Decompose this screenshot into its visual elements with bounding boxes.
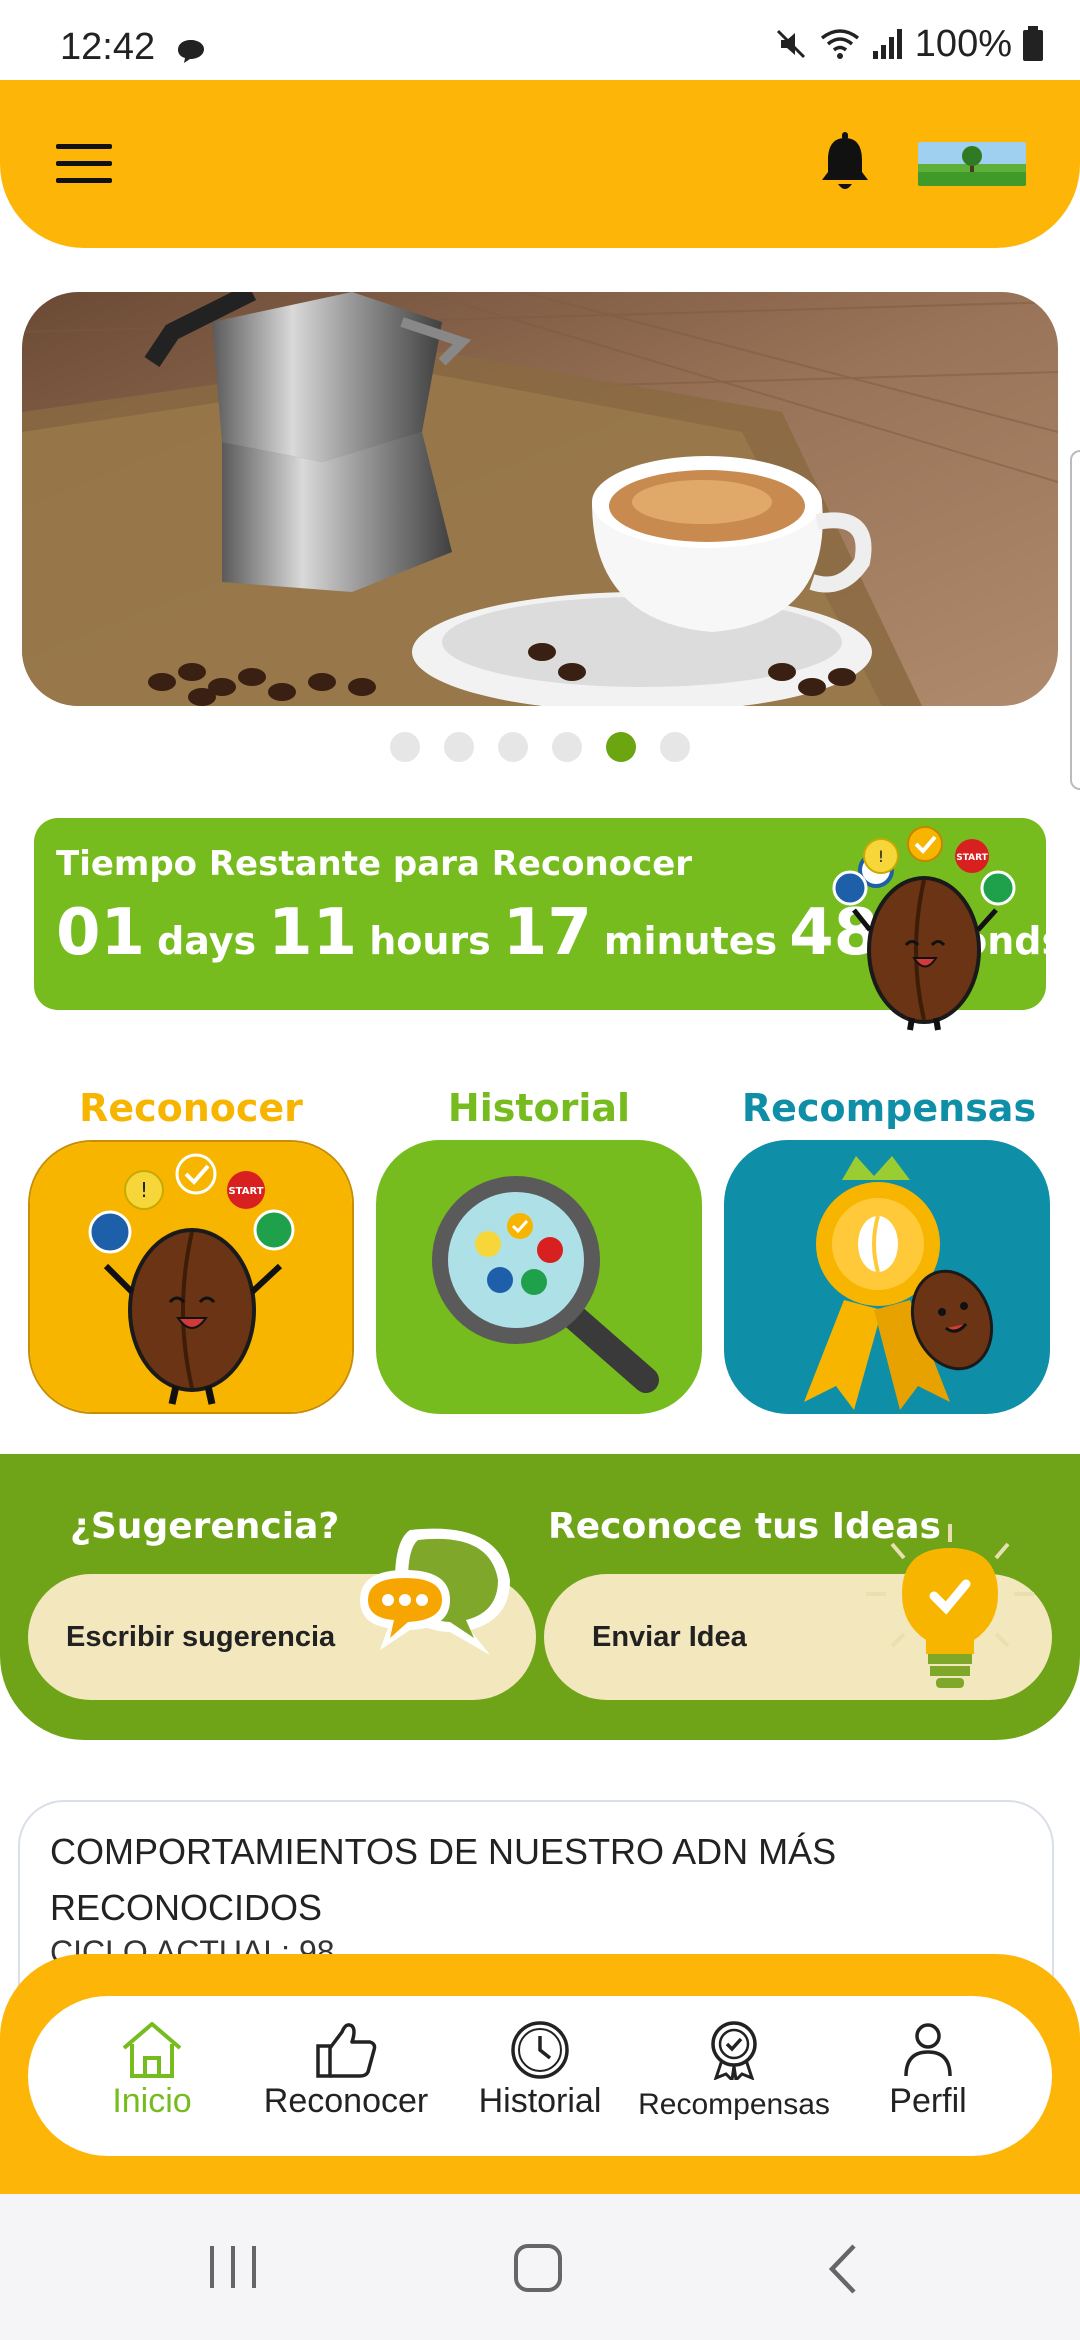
- status-icons: 100%: [773, 22, 1044, 65]
- lightbulb-idea-icon: [866, 1524, 1034, 1688]
- countdown-days-label: days: [157, 919, 257, 963]
- svg-text:!: !: [878, 847, 884, 866]
- app-header: [0, 80, 1080, 248]
- svg-text:START: START: [956, 853, 988, 863]
- svg-text:START: START: [228, 1186, 263, 1197]
- signal-icon: [872, 29, 902, 59]
- mute-icon: [776, 29, 805, 59]
- chat-bubble-icon: [178, 40, 204, 63]
- user-icon: [904, 2023, 952, 2077]
- recent-apps-icon[interactable]: [206, 2242, 260, 2292]
- bell-icon[interactable]: [818, 130, 872, 194]
- nav-perfil[interactable]: Perfil: [828, 1996, 1028, 2156]
- historial-card[interactable]: [376, 1140, 702, 1414]
- nav-inicio[interactable]: Inicio: [52, 1996, 252, 2156]
- nav-historial[interactable]: Historial: [440, 1996, 640, 2156]
- thumbs-up-icon: [316, 2023, 377, 2078]
- bottom-nav: Inicio Reconocer Historial Recompensas P…: [28, 1996, 1052, 2156]
- send-idea-label: Enviar Idea: [592, 1620, 747, 1653]
- nav-label-inicio: Inicio: [112, 2082, 192, 2120]
- recompensas-card[interactable]: [724, 1140, 1050, 1414]
- countdown-title: Tiempo Restante para Reconocer: [56, 844, 693, 884]
- countdown-days: 01: [56, 896, 146, 970]
- nav-reconocer[interactable]: Reconocer: [246, 1996, 446, 2156]
- scroll-indicator: [1070, 450, 1080, 790]
- home-button-icon[interactable]: [512, 2242, 566, 2296]
- coffee-banner-image: [22, 292, 1058, 706]
- suggestion-title: ¿Sugerencia?: [70, 1506, 340, 1547]
- card-title-recompensas: Recompensas: [741, 1086, 1037, 1130]
- flag-icon[interactable]: [918, 142, 1026, 186]
- carousel-dot[interactable]: [390, 732, 420, 762]
- reconocer-card[interactable]: ! START: [28, 1140, 354, 1414]
- award-ribbon-icon: [724, 1140, 1050, 1414]
- carousel-pagination: [390, 732, 690, 762]
- system-navigation-bar: [0, 2194, 1080, 2340]
- carousel-dot[interactable]: [498, 732, 528, 762]
- nav-label-recompensas: Recompensas: [638, 2088, 830, 2121]
- countdown-hours: 11: [268, 896, 358, 970]
- award-icon: [711, 2021, 757, 2080]
- coffee-bean-mascot-icon: ! START: [832, 826, 1016, 1031]
- countdown-minutes: 17: [502, 896, 592, 970]
- chat-bubbles-icon: [360, 1528, 510, 1655]
- countdown-hours-label: hours: [369, 919, 491, 963]
- carousel-dot[interactable]: [444, 732, 474, 762]
- nav-label-perfil: Perfil: [889, 2082, 967, 2120]
- svg-text:!: !: [140, 1178, 148, 1202]
- nav-label-historial: Historial: [478, 2082, 602, 2120]
- menu-icon[interactable]: [56, 144, 112, 184]
- card-title-reconocer: Reconocer: [79, 1086, 303, 1130]
- suggestion-band: ¿Sugerencia? Reconoce tus Ideas Escribir…: [0, 1454, 1080, 1740]
- clock-icon: [511, 2021, 569, 2079]
- write-suggestion-label: Escribir sugerencia: [66, 1620, 336, 1653]
- status-bar: 12:42 100%: [0, 0, 1080, 80]
- back-icon[interactable]: [822, 2242, 862, 2296]
- wifi-icon: [820, 29, 859, 59]
- carousel-dot[interactable]: [606, 732, 636, 762]
- nav-recompensas[interactable]: Recompensas: [634, 1996, 834, 2156]
- card-title-historial: Historial: [447, 1086, 631, 1130]
- countdown-minutes-label: minutes: [603, 919, 778, 963]
- home-icon: [122, 2022, 182, 2078]
- dna-behaviors-title: COMPORTAMIENTOS DE NUESTRO ADN MÁS RECON…: [50, 1831, 837, 1928]
- coffee-bean-mascot-icon: ! START: [30, 1142, 352, 1412]
- battery-percent: 100%: [914, 22, 1012, 65]
- promo-carousel[interactable]: [22, 292, 1058, 706]
- battery-icon: [1023, 26, 1043, 61]
- carousel-dot[interactable]: [660, 732, 690, 762]
- status-time: 12:42: [60, 26, 156, 68]
- magnifier-history-icon: [376, 1140, 702, 1414]
- nav-label-reconocer: Reconocer: [263, 2082, 429, 2120]
- carousel-dot[interactable]: [552, 732, 582, 762]
